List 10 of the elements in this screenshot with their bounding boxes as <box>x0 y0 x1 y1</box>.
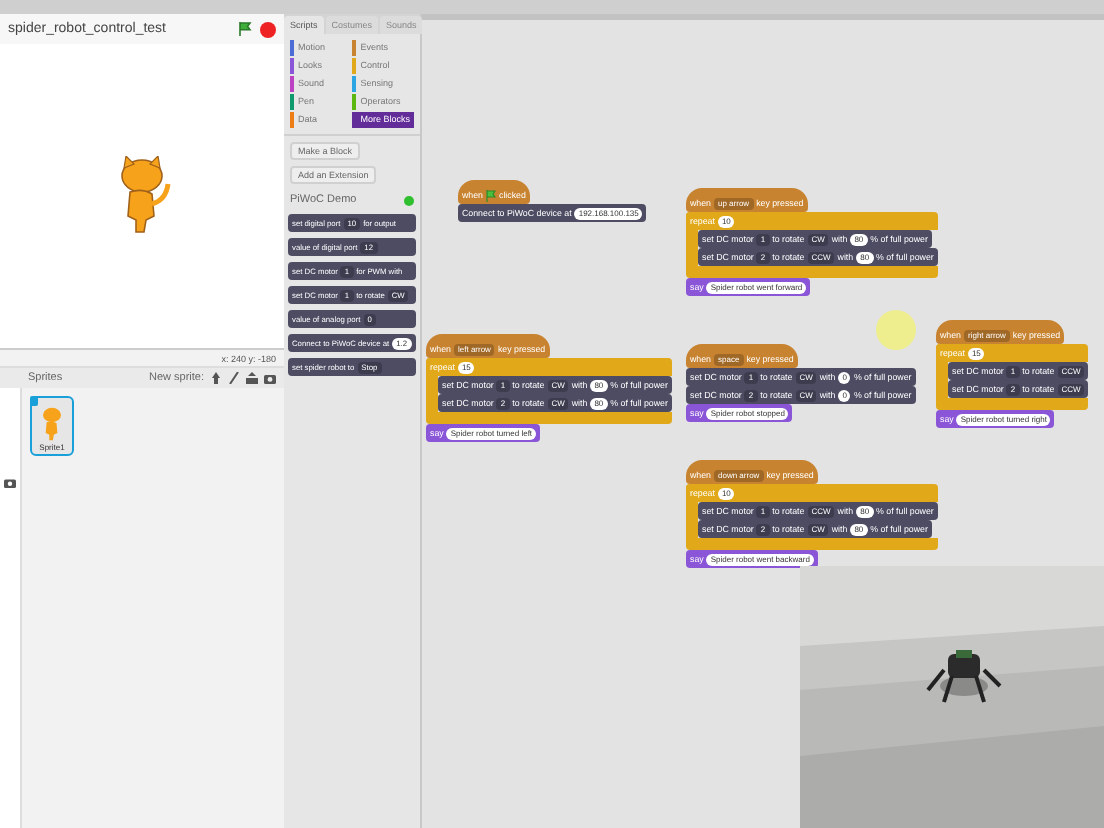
sprite-library-icon[interactable] <box>210 372 222 384</box>
sprite-figure <box>38 406 66 442</box>
paint-icon[interactable] <box>228 372 240 384</box>
stop-icon[interactable] <box>260 21 276 37</box>
flag-icon[interactable] <box>238 22 252 36</box>
cursor-highlight <box>876 310 916 350</box>
upload-icon[interactable] <box>246 372 258 384</box>
camera-icon[interactable] <box>4 478 16 488</box>
flag-icon <box>486 189 496 201</box>
camera-icon[interactable] <box>264 372 276 384</box>
